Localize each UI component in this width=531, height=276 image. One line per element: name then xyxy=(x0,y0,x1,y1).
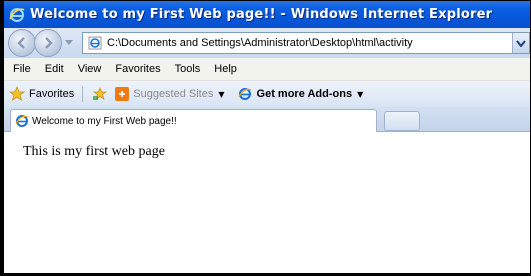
address-bar[interactable]: C:\Documents and Settings\Administrator\… xyxy=(82,32,530,54)
ie-logo-icon xyxy=(8,6,26,24)
menu-edit[interactable]: Edit xyxy=(38,63,71,75)
get-more-addons-button[interactable]: Get more Add-ons xyxy=(257,88,353,100)
add-to-favorites-icon[interactable] xyxy=(91,85,109,103)
page-content: This is my first web page xyxy=(4,132,530,273)
tab-strip: Welcome to my First Web page!! xyxy=(4,107,530,132)
menu-bar: File Edit View Favorites Tools Help xyxy=(4,58,530,81)
menu-help[interactable]: Help xyxy=(207,63,244,75)
chevron-down-icon xyxy=(516,39,526,47)
back-button[interactable] xyxy=(8,29,36,57)
menu-favorites[interactable]: Favorites xyxy=(108,63,167,75)
browser-window: Welcome to my First Web page!! - Windows… xyxy=(3,0,531,274)
ie-tab-icon xyxy=(15,114,29,128)
menu-view[interactable]: View xyxy=(71,63,109,75)
caret-down-icon[interactable]: ▼ xyxy=(218,90,224,99)
navigation-bar: C:\Documents and Settings\Administrator\… xyxy=(4,28,530,58)
forward-button[interactable] xyxy=(34,29,62,57)
page-icon xyxy=(87,35,103,51)
menu-tools[interactable]: Tools xyxy=(168,63,208,75)
address-url: C:\Documents and Settings\Administrator\… xyxy=(107,37,413,49)
caret-down-icon[interactable]: ▼ xyxy=(357,90,363,99)
page-body-text: This is my first web page xyxy=(23,144,165,159)
tab-active[interactable]: Welcome to my First Web page!! xyxy=(10,109,377,132)
tab-title: Welcome to my First Web page!! xyxy=(32,115,177,127)
ie-addons-icon xyxy=(237,86,253,102)
back-arrow-icon xyxy=(17,37,25,49)
new-tab-button[interactable] xyxy=(384,111,420,131)
favorites-button[interactable]: Favorites xyxy=(29,88,74,100)
menu-file[interactable]: File xyxy=(6,63,38,75)
suggested-sites-button[interactable]: Suggested Sites xyxy=(133,88,213,100)
address-dropdown-button[interactable] xyxy=(512,33,529,53)
favorites-bar: Favorites Suggested Sites ▼ Get more Add… xyxy=(4,81,530,107)
favorites-star-icon xyxy=(8,85,26,103)
forward-arrow-icon xyxy=(45,37,53,49)
title-bar[interactable]: Welcome to my First Web page!! - Windows… xyxy=(4,1,530,28)
toolbar-separator xyxy=(82,86,84,102)
chevron-down-icon xyxy=(65,40,73,45)
recent-pages-dropdown[interactable] xyxy=(64,33,74,53)
window-title: Welcome to my First Web page!! - Windows… xyxy=(30,7,493,22)
suggested-sites-icon xyxy=(115,87,130,101)
